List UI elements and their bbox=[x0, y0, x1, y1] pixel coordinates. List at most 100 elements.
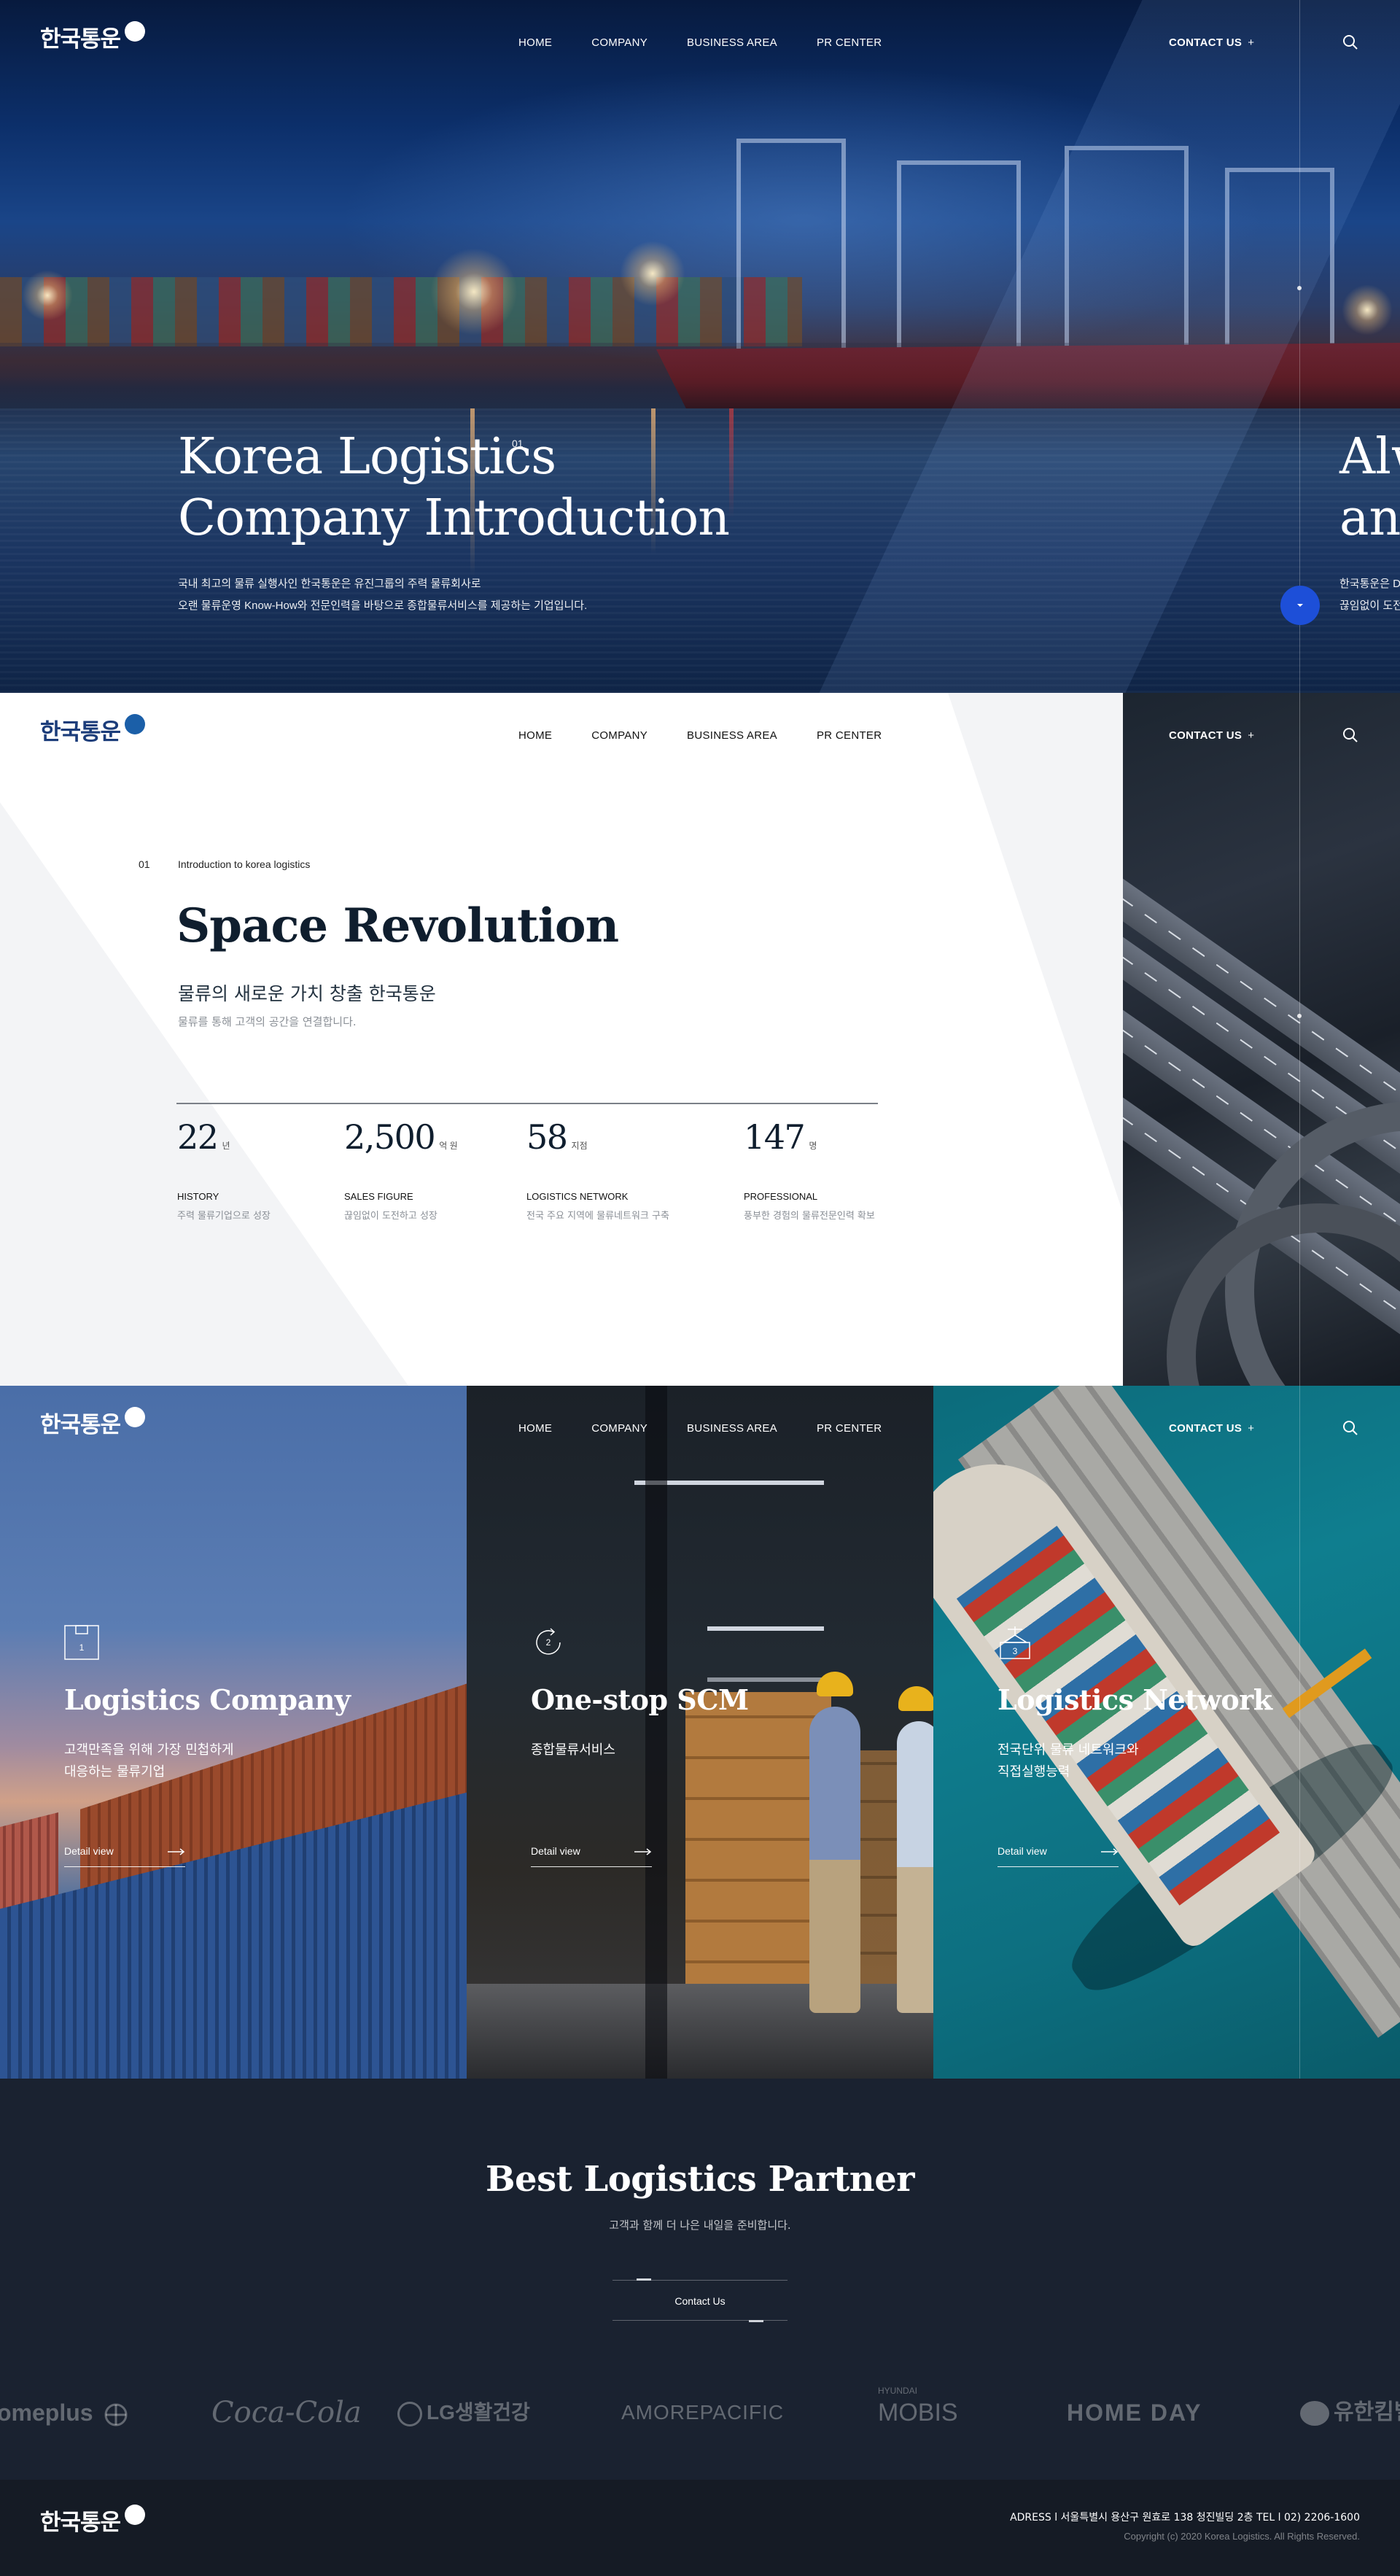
contact-us-link[interactable]: CONTACT US + bbox=[1169, 1422, 1254, 1435]
footer-logo[interactable]: 한국통운 bbox=[40, 2504, 146, 2537]
plus-icon: + bbox=[1248, 1422, 1255, 1435]
nav-pr-center[interactable]: PR CENTER bbox=[817, 729, 882, 742]
nav-company[interactable]: COMPANY bbox=[591, 36, 648, 49]
worker-figure bbox=[897, 1721, 933, 2013]
stat-logistics-network: 58 지점 LOGISTICS NETWORK 전국 주요 지역에 물류네트워크 … bbox=[526, 1117, 669, 1222]
panel-icon-number: 1 bbox=[79, 1642, 85, 1653]
next-slide-title-line1: Alw bbox=[1339, 428, 1400, 486]
panel-desc: 전국단위 물류 네트워크와 직접실행능력 bbox=[998, 1739, 1139, 1783]
stat-sales-figure: 2,500 억 원 SALES FIGURE 끊임없이 도전하고 성장 bbox=[344, 1117, 458, 1222]
nav-home[interactable]: HOME bbox=[518, 1422, 552, 1435]
contact-us-link[interactable]: CONTACT US + bbox=[1169, 36, 1254, 49]
brand-name-top: HYUNDAI bbox=[878, 2386, 918, 2396]
homeplus-emblem-icon bbox=[104, 2403, 128, 2426]
crane-hook-icon: 3 bbox=[1000, 1626, 1030, 1659]
contact-us-link[interactable]: CONTACT US + bbox=[1169, 729, 1254, 742]
pager-dot[interactable] bbox=[1297, 286, 1302, 290]
warehouse-pillar bbox=[645, 1386, 667, 2079]
arrow-right-icon bbox=[168, 1848, 185, 1855]
nav-business-area[interactable]: BUSINESS AREA bbox=[687, 36, 777, 49]
contact-us-button[interactable]: Contact Us bbox=[612, 2278, 788, 2322]
nav-pr-center[interactable]: PR CENTER bbox=[817, 36, 882, 49]
stat-label: LOGISTICS NETWORK bbox=[526, 1191, 629, 1202]
hero-light bbox=[430, 248, 518, 335]
nav-business-area[interactable]: BUSINESS AREA bbox=[687, 729, 777, 742]
nav-company[interactable]: COMPANY bbox=[591, 1422, 648, 1435]
detail-view-link[interactable]: Detail view bbox=[64, 1845, 185, 1867]
next-slide-title[interactable]: Alw and bbox=[1339, 427, 1400, 549]
brand-name: omeplus bbox=[0, 2400, 93, 2426]
nav-business-area[interactable]: BUSINESS AREA bbox=[687, 1422, 777, 1435]
main-nav: HOME COMPANY BUSINESS AREA PR CENTER bbox=[518, 729, 882, 742]
stat-unit: 지점 bbox=[571, 1141, 588, 1151]
logo-globe-icon bbox=[125, 20, 146, 42]
nav-home[interactable]: HOME bbox=[518, 36, 552, 49]
refresh-cycle-icon: 2 bbox=[536, 1628, 561, 1655]
site-logo[interactable]: 한국통운 bbox=[40, 1406, 146, 1439]
panel-logistics-company[interactable]: 1 Logistics Company 고객만족을 위해 가장 민첩하게 대응하… bbox=[0, 1386, 467, 2079]
stat-number: 2,500 bbox=[344, 1117, 436, 1157]
main-nav: HOME COMPANY BUSINESS AREA PR CENTER bbox=[518, 36, 882, 49]
panel-desc-line1: 고객만족을 위해 가장 민첩하게 bbox=[64, 1742, 234, 1758]
footer-address: ADRESS l 서울특별시 용산구 원효로 138 청진빌딩 2층 TEL l… bbox=[1010, 2512, 1360, 2523]
search-icon[interactable] bbox=[1342, 726, 1359, 744]
panel-desc-line1: 전국단위 물류 네트워크와 bbox=[998, 1742, 1139, 1758]
stats-divider bbox=[176, 1103, 878, 1104]
hero-section: Korea Logistics Company Introduction 01 … bbox=[0, 0, 1400, 693]
panel-desc-line1: 종합물류서비스 bbox=[531, 1742, 615, 1758]
panel-logistics-network[interactable]: 3 Logistics Network 전국단위 물류 네트워크와 직접실행능력… bbox=[933, 1386, 1400, 2079]
stat-unit: 억 원 bbox=[439, 1141, 458, 1151]
lg-emblem-icon bbox=[397, 2401, 422, 2426]
nav-company[interactable]: COMPANY bbox=[591, 729, 648, 742]
nav-home[interactable]: HOME bbox=[518, 729, 552, 742]
site-header: 한국통운 HOME COMPANY BUSINESS AREA PR CENTE… bbox=[0, 0, 1400, 88]
section-ko-subtitle: 물류를 통해 고객의 공간을 연결합니다. bbox=[178, 1015, 357, 1028]
partner-title: Best Logistics Partner bbox=[485, 2159, 915, 2200]
main-nav: HOME COMPANY BUSINESS AREA PR CENTER bbox=[518, 1422, 882, 1435]
stat-label: PROFESSIONAL bbox=[744, 1191, 818, 1202]
search-icon[interactable] bbox=[1342, 1419, 1359, 1437]
panel-one-stop-scm[interactable]: 2 One-stop SCM 종합물류서비스 Detail view bbox=[467, 1386, 933, 2079]
panel-title: Logistics Network bbox=[998, 1683, 1272, 1716]
next-slide-desc-line2: 끊임없이 도전 bbox=[1339, 600, 1400, 612]
panel-desc: 고객만족을 위해 가장 민첩하게 대응하는 물류기업 bbox=[64, 1739, 233, 1783]
hero-desc-line2: 오랜 물류운영 Know-How와 전문인력을 바탕으로 종합물류서비스를 제공… bbox=[178, 600, 588, 612]
chevron-down-icon bbox=[1297, 604, 1303, 607]
logo-globe-icon bbox=[125, 2504, 146, 2525]
panels-header: 한국통운 HOME COMPANY BUSINESS AREA PR CENTE… bbox=[0, 1386, 1400, 1473]
section-title: Space Revolution bbox=[176, 899, 619, 953]
site-logo[interactable]: 한국통운 bbox=[40, 20, 146, 53]
detail-view-link[interactable]: Detail view bbox=[531, 1845, 652, 1867]
detail-view-link[interactable]: Detail view bbox=[998, 1845, 1119, 1867]
logo-text: 한국통운 bbox=[40, 2510, 121, 2536]
next-slide-desc: 한국통운은 D 끊임없이 도전 bbox=[1339, 573, 1400, 617]
site-logo[interactable]: 한국통운 bbox=[40, 713, 146, 746]
arrow-right-icon bbox=[634, 1848, 652, 1855]
intro-aerial-road-image bbox=[1123, 693, 1400, 1386]
panel-desc: 종합물류서비스 bbox=[531, 1739, 615, 1761]
panel-title: One-stop SCM bbox=[531, 1683, 749, 1716]
section-subtitle: Introduction to korea logistics bbox=[178, 858, 311, 870]
search-icon[interactable] bbox=[1342, 34, 1359, 51]
road-curve bbox=[1167, 1203, 1400, 1386]
section-ko-title: 물류의 새로운 가치 창출 한국통운 bbox=[178, 983, 436, 1004]
worker-figure bbox=[809, 1707, 860, 2013]
stat-number: 22 bbox=[177, 1117, 219, 1157]
panel-title: Logistics Company bbox=[64, 1683, 351, 1716]
stat-label: HISTORY bbox=[177, 1191, 219, 1202]
hero-title: Korea Logistics Company Introduction bbox=[178, 427, 730, 549]
nav-pr-center[interactable]: PR CENTER bbox=[817, 1422, 882, 1435]
stat-unit: 년 bbox=[222, 1141, 230, 1151]
partner-logos: omeplus Coca-Cola LG생활건강 AMOREPACIFIC HY… bbox=[0, 2386, 1400, 2435]
arrow-right-icon bbox=[1101, 1848, 1119, 1855]
pager-dot[interactable] bbox=[1297, 1014, 1302, 1018]
logo-text: 한국통운 bbox=[40, 1412, 121, 1438]
hero-desc-line1: 국내 최고의 물류 실행사인 한국통운은 유진그룹의 주력 물류회사로 bbox=[178, 578, 481, 590]
stat-unit: 명 bbox=[809, 1141, 817, 1151]
warehouse-floor bbox=[467, 1984, 933, 2079]
brand-logo-coca-cola: Coca-Cola bbox=[211, 2396, 362, 2429]
intro-divider-line bbox=[1299, 693, 1300, 1386]
scroll-down-button[interactable] bbox=[1280, 586, 1320, 625]
stat-desc: 주력 물류기업으로 성장 bbox=[177, 1211, 271, 1222]
panel-icon-number: 2 bbox=[546, 1637, 551, 1648]
